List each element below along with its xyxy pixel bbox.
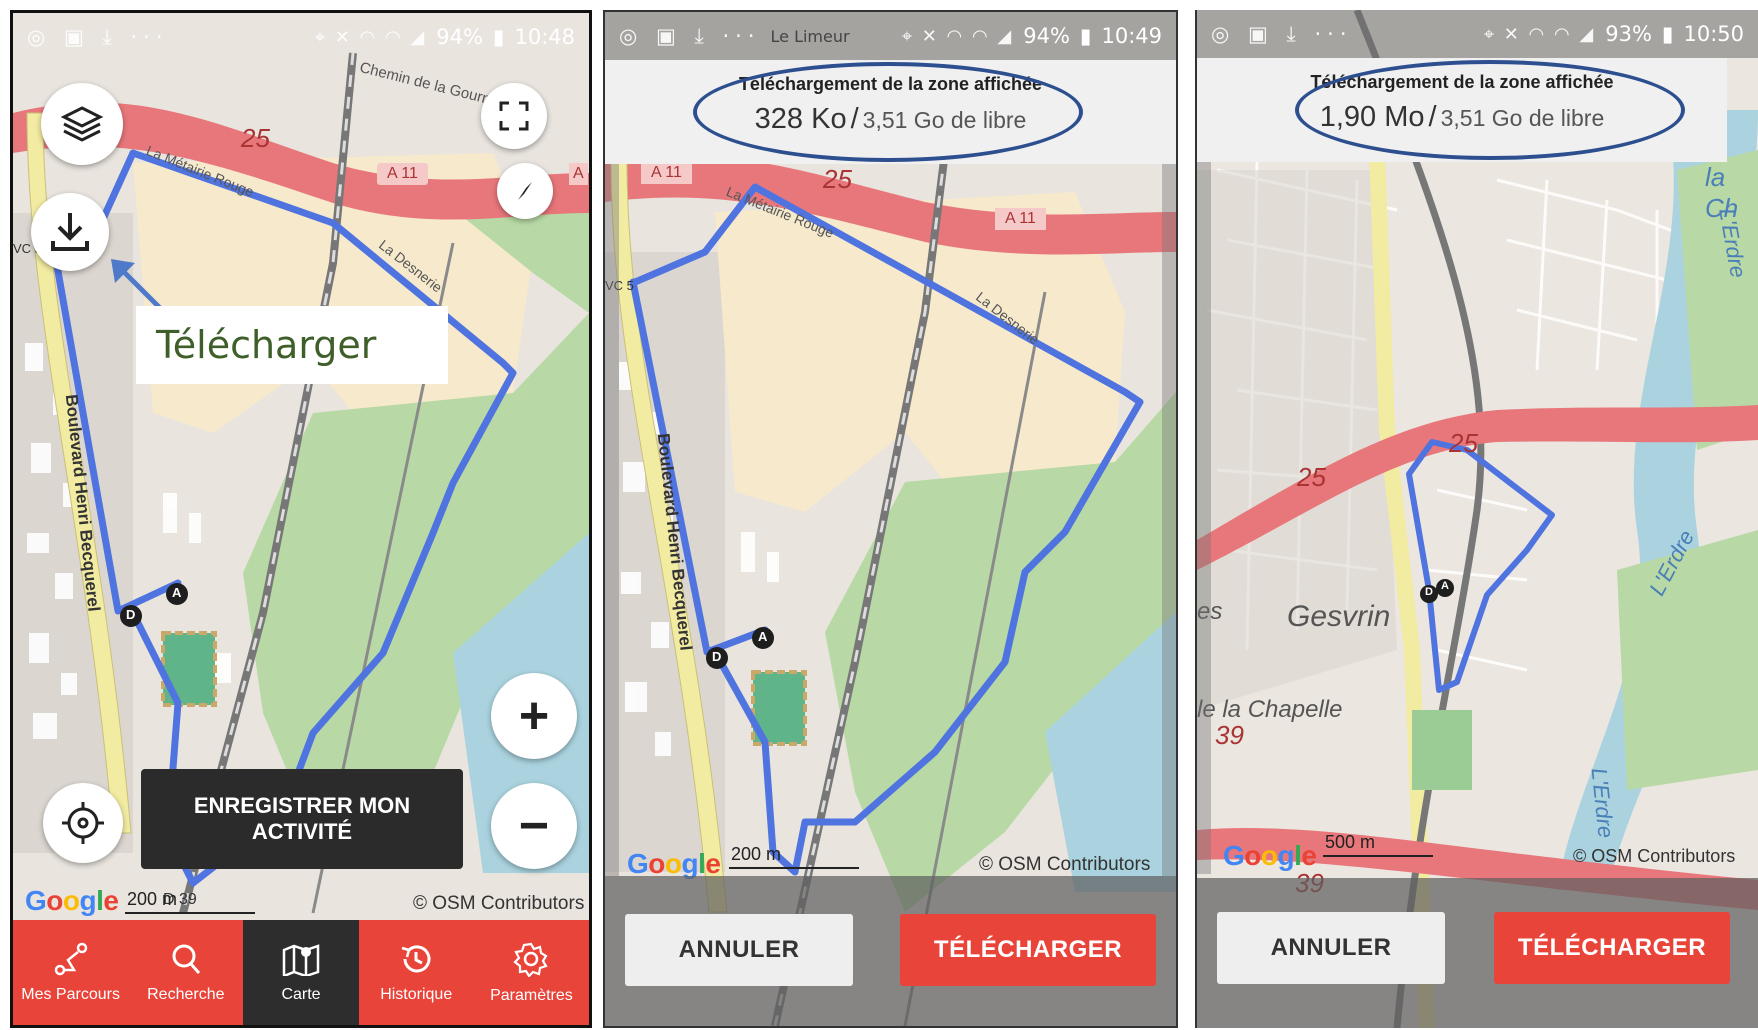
google-logo: Google [1223, 840, 1317, 871]
phone-screen-download-328: 25 A 11 A 11 Boulevard Henri Becquerel L… [603, 10, 1178, 1028]
record-activity-button[interactable]: ENREGISTRER MON ACTIVITÉ [141, 769, 463, 869]
road-39-label-a: 39 [1215, 720, 1244, 750]
zoom-in-button[interactable]: + [491, 673, 577, 759]
nav-label: Mes Parcours [21, 985, 120, 1003]
dim-overlay-left [605, 164, 619, 876]
download-icon [51, 213, 89, 251]
road-a11b-badge: A [569, 163, 588, 185]
battery-icon: ▮ [1079, 24, 1092, 48]
locate-button[interactable] [43, 783, 123, 863]
map-view[interactable] [13, 13, 589, 1025]
download-map-button[interactable] [31, 193, 109, 271]
battery-level: 94% [436, 25, 483, 49]
nav-item-parametres[interactable]: Paramètres [474, 920, 589, 1025]
nav-label: Carte [281, 985, 321, 1003]
download-button[interactable]: TÉLÉCHARGER [1494, 912, 1730, 984]
nav-item-mes-parcours[interactable]: Mes Parcours [13, 920, 128, 1025]
zoom-out-icon: − [518, 797, 550, 855]
fullscreen-button[interactable] [481, 83, 547, 149]
phone-screen-map: 25 A 11 A Chemin de la Gourn Boulevard H… [10, 10, 592, 1028]
marker-start: D [1425, 586, 1433, 598]
status-place: Le Limeur [770, 26, 850, 46]
phone-screen-download-190: 25 25 39 39 Gesvrin le la Chapelle L'Erd… [1195, 10, 1758, 1028]
network-icons: ⌖ ✕ ◠ ◠ ◢ [901, 25, 1014, 47]
battery-level: 94% [1023, 24, 1070, 48]
dim-overlay-left [1197, 162, 1211, 874]
network-icons: ⌖ ✕ ◠ ◠ ◢ [314, 26, 427, 48]
notification-icons: ◎ ▣ ⤓ ··· [27, 24, 169, 49]
route-icon [54, 942, 87, 975]
road-a11-badge: A 11 [377, 163, 428, 185]
road-a11-badge: A 11 [641, 162, 692, 184]
nav-item-carte[interactable]: Carte [243, 920, 359, 1025]
download-callout: Télécharger [136, 306, 448, 384]
marker-start: D [126, 607, 136, 622]
status-time: 10:49 [1101, 24, 1162, 48]
battery-level: 93% [1605, 22, 1652, 46]
place-gesvres: Gesvrin [1287, 600, 1391, 633]
search-icon [172, 944, 200, 974]
map-scale: 200 m [125, 889, 255, 914]
notification-icons: ◎ ▣ ⤓ ··· [619, 23, 761, 48]
nav-label: Paramètres [490, 986, 573, 1004]
marker-end: A [172, 585, 182, 600]
download-button[interactable]: TÉLÉCHARGER [900, 914, 1156, 986]
nav-label: Historique [380, 985, 453, 1003]
network-icons: ⌖ ✕ ◠ ◠ ◢ [1483, 23, 1596, 45]
map-view[interactable] [1197, 10, 1758, 1028]
place-chapelle: le la Chapelle [1197, 696, 1343, 723]
place-top-right: la Ch [1705, 162, 1739, 223]
zoom-in-icon: + [518, 687, 550, 745]
status-time: 10:50 [1683, 22, 1744, 46]
nav-item-historique[interactable]: Historique [359, 920, 474, 1025]
layers-button[interactable] [41, 83, 123, 165]
annotation-ellipse [1295, 60, 1685, 160]
status-bar: ◎ ▣ ⤓ ··· ⌖ ✕ ◠ ◠ ◢ 94% ▮ 10:48 [13, 13, 589, 61]
road-25-label-a: 25 [1297, 462, 1326, 492]
road-number-label: 25 [241, 123, 270, 153]
layers-icon [60, 106, 104, 142]
compass-button[interactable] [497, 163, 553, 219]
nav-label: Recherche [147, 985, 225, 1003]
status-time: 10:48 [514, 25, 575, 49]
road-a11b-badge: A 11 [995, 208, 1046, 230]
fullscreen-icon [499, 101, 529, 131]
marker-end: A [1441, 580, 1449, 592]
status-bar: ◎ ▣ ⤓ ··· Le Limeur ⌖ ✕ ◠ ◠ ◢ 94% ▮ 10:4… [605, 12, 1176, 60]
compass-icon [518, 182, 532, 200]
cancel-button[interactable]: ANNULER [1217, 912, 1445, 984]
battery-icon: ▮ [492, 25, 505, 49]
osm-attribution: © OSM Contributors [1573, 846, 1736, 866]
zoom-out-button[interactable]: − [491, 783, 577, 869]
status-bar: ◎ ▣ ⤓ ··· ⌖ ✕ ◠ ◠ ◢ 93% ▮ 10:50 [1197, 10, 1758, 58]
marker-end: A [758, 629, 768, 644]
map-scale: 200 m [729, 844, 859, 869]
locate-icon [62, 802, 104, 844]
marker-start: D [712, 649, 722, 664]
dim-overlay-right [1162, 164, 1176, 876]
google-logo: Google [25, 885, 119, 916]
osm-attribution: © OSM Contributors [979, 854, 1151, 875]
history-icon [401, 944, 431, 972]
osm-attribution: © OSM Contributors [413, 893, 585, 914]
road-25-label-b: 25 [1449, 428, 1478, 458]
nav-item-recherche[interactable]: Recherche [128, 920, 243, 1025]
gear-icon [513, 942, 549, 977]
battery-icon: ▮ [1661, 22, 1674, 46]
road-number-label: 25 [823, 164, 852, 194]
notification-icons: ◎ ▣ ⤓ ··· [1211, 21, 1353, 46]
map-scale: 500 m [1323, 832, 1433, 857]
annotation-ellipse [693, 62, 1083, 162]
cancel-button[interactable]: ANNULER [625, 914, 853, 986]
map-icon [282, 943, 320, 976]
bottom-navigation: Mes Parcours Recherche Carte Historique … [13, 920, 589, 1025]
